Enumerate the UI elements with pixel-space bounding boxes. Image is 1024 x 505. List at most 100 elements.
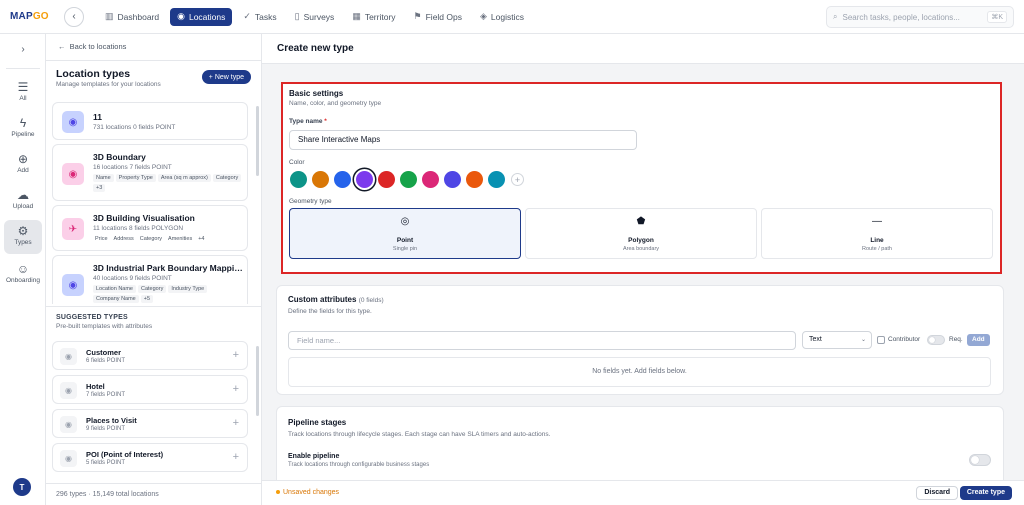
type-card[interactable]: ✈ 3D Building Visualisation 11 locations… [52,205,248,251]
map-icon: ▦ [352,11,361,21]
main-nav: ▥ Dashboard ◉ Locations ✓ Tasks ▯ Surveys ▦ T… [98,7,531,26]
main-header: Create new type [262,34,1024,64]
panel-footer: 296 types · 15,149 total locations [46,483,262,505]
nav-surveys[interactable]: ▯ Surveys [288,8,342,26]
color-swatch[interactable] [334,171,351,188]
attribute-chips: Name Property Type Area (sq m approx) Ca… [93,174,243,192]
attribute-chips: Location Name Category Industry Type Com… [93,285,243,303]
list-icon: ☰ [17,80,29,94]
search-shortcut: ⌘K [987,11,1007,23]
app-logo[interactable]: MAPGO [10,11,49,22]
enable-pipeline-subtitle: Track locations through configurable bus… [288,462,430,468]
add-icon[interactable]: + [233,383,239,395]
custom-attributes-card: Custom attributes (0 fields) Define the … [276,285,1004,395]
type-card[interactable]: ◉ 11 731 locations 0 fields POINT [52,102,248,140]
nav-locations[interactable]: ◉ Locations [170,7,233,26]
create-type-button[interactable]: Create type [959,486,1012,500]
pipeline-stages-title: Pipeline stages [288,418,347,427]
location-pin-icon: ◉ [177,11,185,21]
search-icon: ⌕ [833,12,838,21]
add-color-icon[interactable]: + [511,173,524,186]
geometry-option-polygon[interactable]: ⬟ Polygon Area boundary [525,208,757,259]
color-swatch[interactable] [290,171,307,188]
location-pin-icon: ◉ [62,274,84,296]
location-pin-icon: ◉ [60,348,77,365]
flag-icon: ⚑ [413,11,422,21]
top-bar: MAPGO ‹ ▥ Dashboard ◉ Locations ✓ Tasks ▯ Su… [0,0,1024,34]
contributor-label: Contributor [888,336,921,343]
upload-icon: ☁ [17,188,29,202]
nav-territory[interactable]: ▦ Territory [345,8,402,26]
color-swatch[interactable] [466,171,483,188]
panel-subtitle: Manage templates for your locations [56,81,161,88]
color-swatch[interactable] [378,171,395,188]
add-icon[interactable]: + [233,349,239,361]
type-list-scrollbar[interactable] [256,106,259,176]
type-name-input[interactable]: Share Interactive Maps [289,130,637,150]
form-footer: Unsaved changes Discard Create type [262,480,1024,505]
color-swatch[interactable] [356,171,373,188]
basic-settings-card: Basic settings Name, color, and geometry… [281,82,1002,274]
back-arrow-icon[interactable]: ‹ [64,6,84,27]
box-icon: ◈ [479,11,487,21]
dashboard-icon: ▥ [105,11,114,21]
required-label: Req. [949,336,963,343]
geometry-option-line[interactable]: — Line Route / path [761,208,993,259]
type-card[interactable]: ◉ 3D Boundary 16 locations 7 fields POIN… [52,144,248,201]
color-swatch[interactable] [444,171,461,188]
field-name-input[interactable]: Field name... [288,331,796,350]
field-type-select[interactable]: Text ⌄ [802,331,872,349]
pipeline-stages-subtitle: Track locations through lifecycle stages… [288,431,551,438]
geometry-type-label: Geometry type [289,198,332,205]
suggested-item-hotel[interactable]: ◉ Hotel 7 fields POINT + [52,375,248,404]
pin-icon: ◎ [400,216,410,227]
attribute-count: (0 fields) [358,297,384,304]
add-field-button[interactable]: Add [967,334,990,346]
nav-logistics[interactable]: ◈ Logistics [473,8,531,26]
geometry-option-point[interactable]: ◎ Point Single pin [289,208,521,259]
rail-item-pipeline[interactable]: ϟ Pipeline [4,112,42,146]
line-icon: — [872,216,882,227]
global-search-input[interactable]: ⌕ Search tasks, people, locations... ⌘K [826,6,1014,28]
suggested-item-poi[interactable]: ◉ POI (Point of Interest) 5 fields POINT… [52,443,248,472]
color-swatch[interactable] [400,171,417,188]
custom-attributes-subtitle: Define the fields for this type. [288,308,372,315]
nav-tasks[interactable]: ✓ Tasks [236,8,283,26]
add-pin-icon: ⊕ [17,152,29,166]
type-list: ◉ 11 731 locations 0 fields POINT ◉ 3D B… [52,100,256,304]
main-content: Create new type Basic settings Name, col… [262,34,1024,505]
color-swatch[interactable] [422,171,439,188]
add-icon[interactable]: + [233,417,239,429]
avatar[interactable]: T [13,478,31,496]
rail-item-add[interactable]: ⊕ Add [4,148,42,182]
suggested-list-scrollbar[interactable] [256,346,259,416]
rail-item-onboarding[interactable]: ☺ Onboarding [4,258,42,292]
suggested-item-places-to-visit[interactable]: ◉ Places to Visit 9 fields POINT + [52,409,248,438]
rail-item-upload[interactable]: ☁ Upload [4,184,42,218]
nav-field-ops[interactable]: ⚑ Field Ops [407,8,469,26]
left-rail: › ☰ All ϟ Pipeline ⊕ Add ☁ Upload ⚙ Types ☺ On… [0,34,46,505]
discard-button[interactable]: Discard [916,486,958,500]
type-card[interactable]: ◉ 3D Industrial Park Boundary Mapping...… [52,255,248,304]
expand-rail-icon[interactable]: › [0,44,46,55]
divider [46,306,262,307]
location-pin-icon: ◉ [60,382,77,399]
suggested-item-customer[interactable]: ◉ Customer 6 fields POINT + [52,341,248,370]
enable-pipeline-toggle[interactable] [969,454,991,466]
nav-dashboard[interactable]: ▥ Dashboard [98,8,166,26]
suggested-types-title: SUGGESTED TYPES [56,314,128,321]
color-swatch[interactable] [488,171,505,188]
color-swatch[interactable] [312,171,329,188]
required-toggle[interactable] [927,335,945,345]
rail-item-types[interactable]: ⚙ Types [4,220,42,254]
user-icon: ☺ [16,262,30,276]
back-to-locations-link[interactable]: ← Back to locations [58,42,126,51]
contributor-checkbox[interactable] [877,336,885,344]
color-label: Color [289,159,305,166]
suggested-list: ◉ Customer 6 fields POINT + ◉ Hotel 7 fi… [52,337,256,485]
add-icon[interactable]: + [233,451,239,463]
basic-settings-title: Basic settings [289,89,344,98]
custom-attributes-title: Custom attributes (0 fields) [288,295,384,304]
new-type-button[interactable]: + New type [201,70,251,84]
rail-item-all[interactable]: ☰ All [4,76,42,110]
